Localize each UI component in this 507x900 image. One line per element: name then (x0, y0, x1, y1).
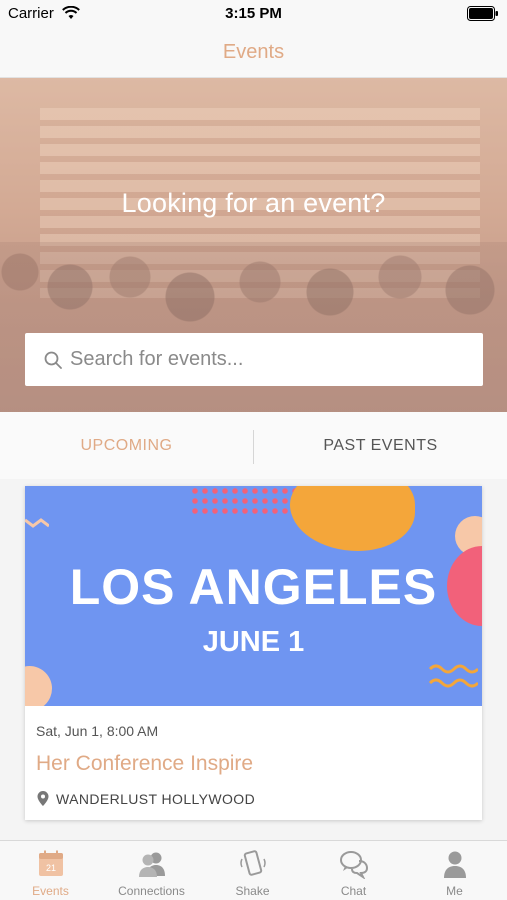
tab-bar-label: Me (446, 884, 463, 898)
location-pin-icon (37, 791, 49, 806)
person-icon (444, 851, 466, 878)
status-bar: Carrier 3:15 PM (0, 0, 507, 28)
battery-icon (467, 6, 498, 21)
tab-past-events[interactable]: PAST EVENTS (254, 412, 507, 479)
tab-bar-item-chat[interactable]: Chat (303, 841, 404, 900)
banner-decor-blob (290, 486, 415, 551)
banner-date: JUNE 1 (202, 626, 305, 658)
banner-decor-squiggle (428, 664, 478, 688)
event-title[interactable]: Her Conference Inspire (36, 752, 253, 776)
event-datetime: Sat, Jun 1, 8:00 AM (36, 723, 159, 739)
event-banner-image: LOS ANGELES JUNE 1 (25, 486, 482, 706)
hero-banner: Looking for an event? (0, 78, 507, 412)
tab-bar-label: Chat (340, 884, 367, 898)
tab-bar-label: Connections (118, 884, 185, 898)
banner-decor-circle (25, 666, 52, 706)
event-card[interactable]: LOS ANGELES JUNE 1 Sat, Jun 1, 8:00 AM H… (25, 486, 482, 820)
calendar-badge: 21 (46, 863, 56, 873)
banner-decor-dots (190, 486, 300, 516)
hero-heading: Looking for an event? (121, 188, 386, 218)
search-icon (44, 351, 62, 369)
people-icon (139, 852, 165, 877)
page-title: Events (222, 41, 285, 63)
chat-bubbles-icon (340, 851, 369, 879)
search-box[interactable] (25, 333, 483, 386)
phone-shake-icon (240, 850, 266, 876)
calendar-icon: 21 (39, 850, 63, 876)
banner-city: LOS ANGELES (69, 559, 438, 615)
clock: 3:15 PM (225, 5, 282, 22)
bottom-tab-bar: 21 Events Connections Shake Chat Me (0, 840, 507, 900)
tab-bar-label: Shake (235, 884, 270, 898)
navigation-bar: Events (0, 28, 507, 78)
tab-upcoming[interactable]: UPCOMING (0, 412, 253, 479)
search-input[interactable] (70, 333, 470, 386)
tab-bar-item-events[interactable]: 21 Events (0, 841, 101, 900)
tab-bar-item-me[interactable]: Me (404, 841, 505, 900)
event-venue: WANDERLUST HOLLYWOOD (56, 791, 256, 807)
tab-bar-item-connections[interactable]: Connections (101, 841, 202, 900)
tab-bar-item-shake[interactable]: Shake (202, 841, 303, 900)
tab-bar-label: Events (32, 884, 69, 898)
event-tabs: UPCOMING PAST EVENTS (0, 412, 507, 479)
banner-decor-squiggle (25, 518, 49, 528)
